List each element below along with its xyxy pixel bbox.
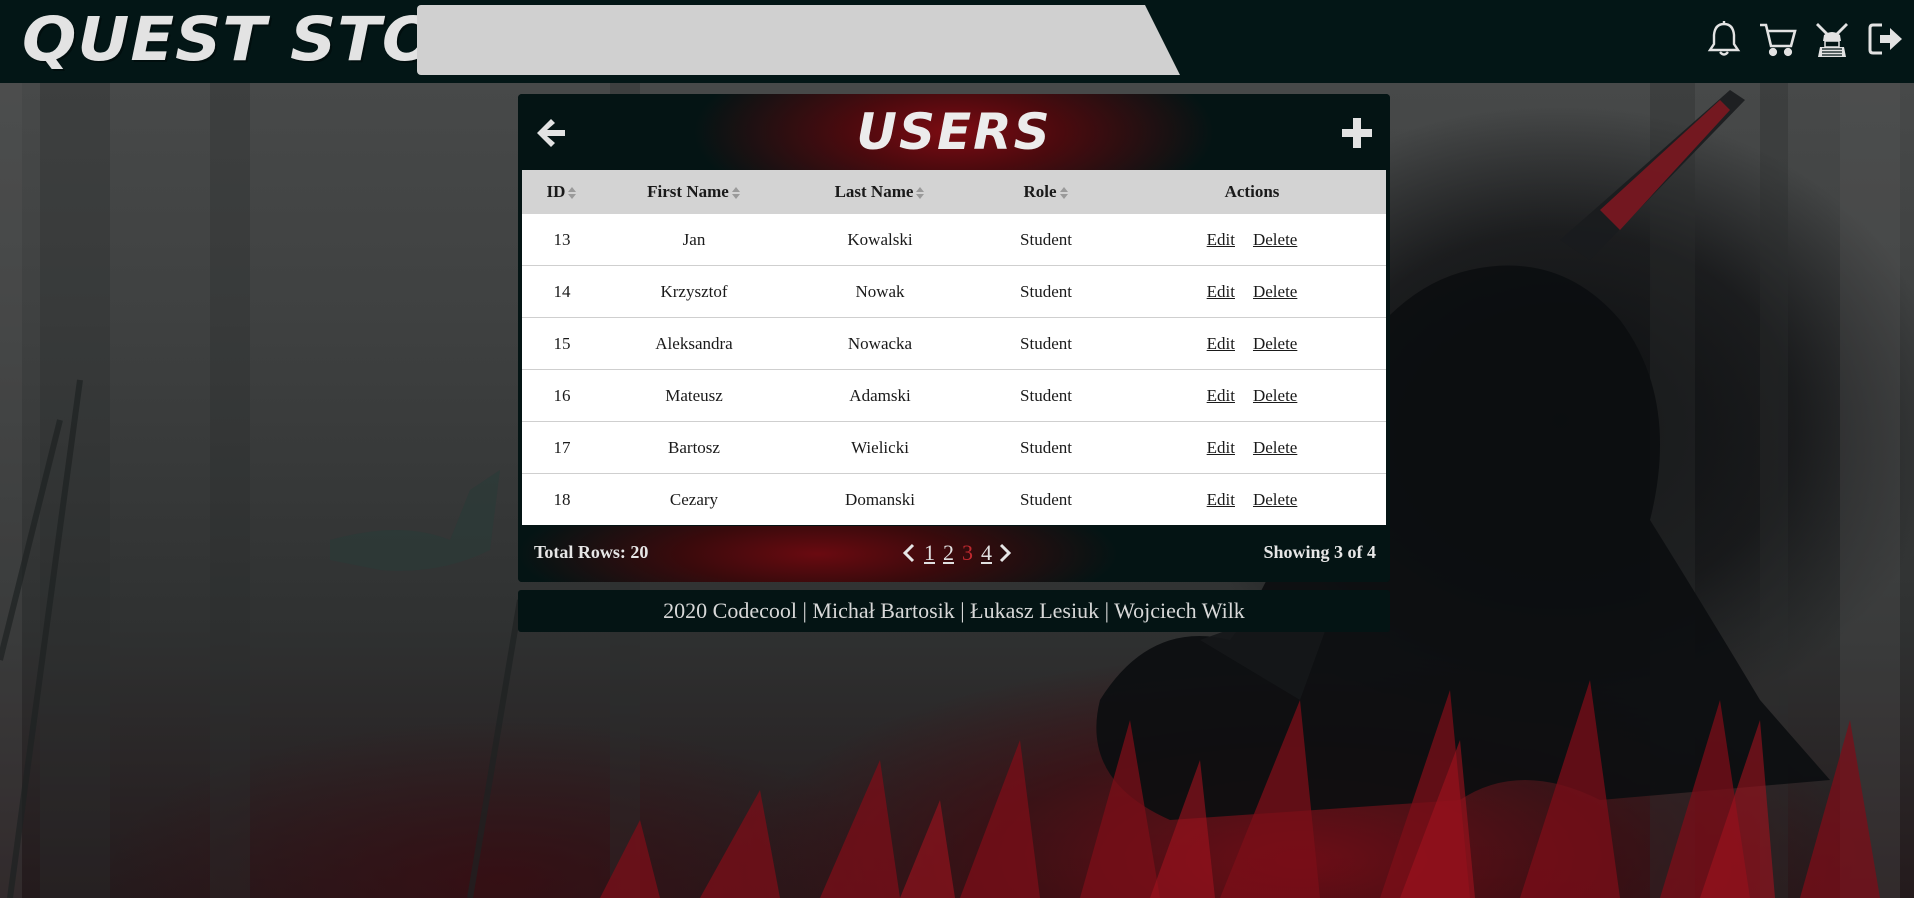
cell-id: 16 xyxy=(522,369,602,422)
column-label: Role xyxy=(1023,182,1057,201)
edit-link[interactable]: Edit xyxy=(1207,438,1235,457)
column-header-id[interactable]: ID xyxy=(522,170,602,214)
showing-page-label: Showing 3 of 4 xyxy=(1263,542,1376,562)
credits-footer: 2020 Codecool | Michał Bartosik | Łukasz… xyxy=(518,590,1390,632)
table-row: 13 Jan Kowalski Student Edit Delete xyxy=(522,214,1386,266)
page-link-4[interactable]: 4 xyxy=(979,540,994,566)
cell-actions: Edit Delete xyxy=(1118,369,1386,422)
column-label: ID xyxy=(546,182,566,201)
table-header-row: ID First Name Last Name Role Actions xyxy=(522,170,1386,214)
delete-link[interactable]: Delete xyxy=(1253,438,1297,457)
prev-page-button[interactable] xyxy=(902,543,918,563)
sort-icon xyxy=(916,187,925,200)
users-panel: USERS ID First Name Last Name Role Actio… xyxy=(518,94,1390,582)
users-table: ID First Name Last Name Role Actions 13 xyxy=(522,170,1386,525)
edit-link[interactable]: Edit xyxy=(1207,334,1235,353)
cell-first-name: Mateusz xyxy=(602,369,786,422)
sort-icon xyxy=(1059,187,1068,200)
page-link-3-current[interactable]: 3 xyxy=(960,540,975,566)
cell-last-name: Domanski xyxy=(786,473,974,525)
add-user-button[interactable] xyxy=(1336,112,1378,154)
edit-link[interactable]: Edit xyxy=(1207,230,1235,249)
pagination: 1 2 3 4 xyxy=(902,538,1014,568)
table-row: 18 Cezary Domanski Student Edit Delete xyxy=(522,473,1386,525)
sort-icon xyxy=(568,187,577,200)
cell-actions: Edit Delete xyxy=(1118,473,1386,525)
column-header-role[interactable]: Role xyxy=(974,170,1118,214)
samurai-avatar-icon[interactable] xyxy=(1811,18,1853,60)
cell-role: Student xyxy=(974,369,1118,422)
column-header-last-name[interactable]: Last Name xyxy=(786,170,974,214)
edit-link[interactable]: Edit xyxy=(1207,282,1235,301)
cell-id: 18 xyxy=(522,473,602,525)
table-row: 17 Bartosz Wielicki Student Edit Delete xyxy=(522,421,1386,474)
edit-link[interactable]: Edit xyxy=(1207,386,1235,405)
column-label: Actions xyxy=(1224,182,1280,201)
column-label: First Name xyxy=(647,182,729,201)
total-rows-label: Total Rows: 20 xyxy=(534,542,649,562)
cell-id: 14 xyxy=(522,265,602,318)
cell-first-name: Bartosz xyxy=(602,421,786,474)
column-label: Last Name xyxy=(834,182,914,201)
cell-first-name: Cezary xyxy=(602,473,786,525)
cell-role: Student xyxy=(974,265,1118,318)
cell-role: Student xyxy=(974,421,1118,474)
cell-role: Student xyxy=(974,473,1118,525)
cell-last-name: Nowak xyxy=(786,265,974,318)
delete-link[interactable]: Delete xyxy=(1253,334,1297,353)
cell-last-name: Wielicki xyxy=(786,421,974,474)
next-page-button[interactable] xyxy=(998,543,1014,563)
delete-link[interactable]: Delete xyxy=(1253,386,1297,405)
cell-id: 15 xyxy=(522,317,602,370)
chevron-left-icon xyxy=(902,543,915,563)
delete-link[interactable]: Delete xyxy=(1253,490,1297,509)
edit-link[interactable]: Edit xyxy=(1207,490,1235,509)
logout-icon[interactable] xyxy=(1865,18,1907,60)
chevron-right-icon xyxy=(999,543,1012,563)
table-footer: Total Rows: 20 1 2 3 4 Showing 3 of 4 xyxy=(518,526,1390,582)
column-header-actions: Actions xyxy=(1118,170,1386,214)
delete-link[interactable]: Delete xyxy=(1253,230,1297,249)
page-link-1[interactable]: 1 xyxy=(922,540,937,566)
cell-actions: Edit Delete xyxy=(1118,265,1386,318)
cell-actions: Edit Delete xyxy=(1118,421,1386,474)
bell-icon[interactable] xyxy=(1703,18,1745,60)
column-header-first-name[interactable]: First Name xyxy=(602,170,786,214)
table-row: 16 Mateusz Adamski Student Edit Delete xyxy=(522,369,1386,422)
cell-role: Student xyxy=(1020,229,1072,249)
cell-first-name: Krzysztof xyxy=(602,265,786,318)
panel-header: USERS xyxy=(518,94,1390,170)
cell-last-name: Nowacka xyxy=(786,317,974,370)
cart-icon[interactable] xyxy=(1757,18,1799,60)
cell-last-name: Adamski xyxy=(786,369,974,422)
delete-link[interactable]: Delete xyxy=(1253,282,1297,301)
cell-last-name: Kowalski xyxy=(847,229,913,249)
search-input[interactable] xyxy=(430,15,1114,67)
table-row: 14 Krzysztof Nowak Student Edit Delete xyxy=(522,265,1386,318)
sort-icon xyxy=(731,187,740,200)
cell-id: 13 xyxy=(553,229,571,249)
table-row: 15 Aleksandra Nowacka Student Edit Delete xyxy=(522,317,1386,370)
page-title: USERS xyxy=(856,103,1052,161)
cell-id: 17 xyxy=(522,421,602,474)
page-link-2[interactable]: 2 xyxy=(941,540,956,566)
cell-first-name: Aleksandra xyxy=(602,317,786,370)
cell-actions: Edit Delete xyxy=(1118,214,1386,266)
plus-icon xyxy=(1342,118,1372,148)
cell-role: Student xyxy=(974,317,1118,370)
top-navbar: QUEST STORE xyxy=(0,0,1914,83)
cell-actions: Edit Delete xyxy=(1118,317,1386,370)
cell-first-name: Jan xyxy=(682,229,706,249)
